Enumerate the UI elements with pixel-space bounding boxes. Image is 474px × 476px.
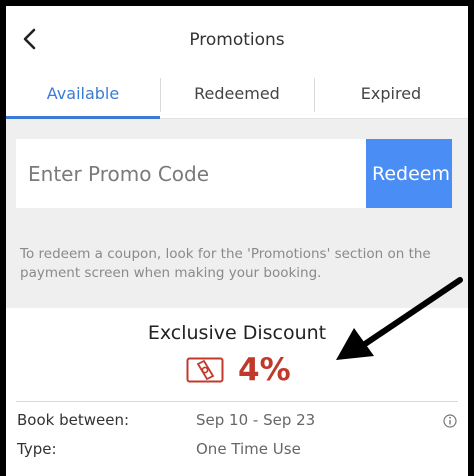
detail-value: One Time Use [196,440,301,458]
detail-row-book-between: Book between: Sep 10 - Sep 23 [17,411,457,433]
promo-code-input[interactable] [16,139,366,208]
detail-value: Sep 10 - Sep 23 [196,411,316,429]
redeem-button[interactable]: Redeem [366,139,452,208]
offer-value-row: 4% [186,350,291,390]
promo-code-row: Redeem [16,139,452,208]
header: Promotions [6,6,468,72]
detail-label: Book between: [17,411,130,429]
detail-label: Type: [17,440,57,458]
tab-redeemed[interactable]: Redeemed [160,72,314,118]
detail-row-type: Type: One Time Use [17,440,457,462]
promotions-screen: Promotions Available Redeemed Expired Re… [6,6,468,476]
divider [16,401,458,402]
tab-expired[interactable]: Expired [314,72,468,118]
info-icon[interactable] [443,414,457,428]
coupon-icon [186,357,224,383]
page-title: Promotions [189,30,285,50]
annotation-arrow-icon [336,277,463,360]
tab-available[interactable]: Available [6,72,160,119]
discount-value: 4% [238,352,291,388]
tab-bar: Available Redeemed Expired [6,72,468,119]
